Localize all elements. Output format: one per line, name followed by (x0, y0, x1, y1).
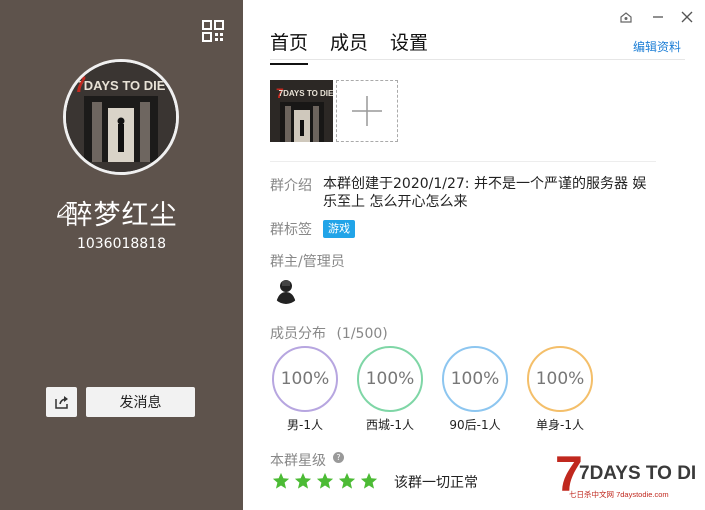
group-photo[interactable]: 7 7DAYS TO DIE (270, 80, 333, 142)
star-icon (272, 472, 290, 489)
stat-label-relationship: 单身-1人 (536, 418, 584, 432)
watermark-logo-text: 7DAYS TO DIE (579, 463, 695, 484)
admin-avatar[interactable] (272, 276, 300, 304)
star-icon (316, 472, 334, 489)
star-icon (360, 472, 378, 489)
distribution-label: 成员分布 (1/500) (270, 323, 388, 343)
rating-label: 本群星级 (270, 453, 326, 469)
add-photo-button[interactable] (336, 80, 398, 142)
admins-label: 群主/管理员 (270, 254, 345, 270)
section-divider (270, 161, 656, 162)
tab-divider (270, 59, 685, 60)
group-avatar[interactable]: 7DAYS TO DIE 7 (63, 59, 179, 175)
intro-line-1: 本群创建于2020/1/27: 并不是一个严谨的服务器 娱 (323, 176, 647, 192)
star-icon (338, 472, 356, 489)
skin-icon[interactable] (619, 10, 633, 24)
stat-circle-region[interactable]: 100% (357, 346, 423, 412)
intro-label: 群介绍 (270, 178, 312, 194)
stat-circle-relationship[interactable]: 100% (527, 346, 593, 412)
stat-circle-gender[interactable]: 100% (272, 346, 338, 412)
intro-line-2: 乐至上 怎么开心怎么来 (323, 194, 468, 210)
close-icon[interactable] (680, 10, 694, 24)
stat-label-gender: 男-1人 (287, 418, 323, 432)
group-name: 醉梦红尘 (65, 200, 178, 231)
distribution-title: 成员分布 (270, 326, 326, 342)
watermark-logo: 7 7DAYS TO DIE 七日杀中文网 7daystodie.com (555, 446, 695, 502)
distribution-count: (1/500) (336, 326, 388, 342)
profile-panel: 7DAYS TO DIE 7 醉梦红尘 1036018818 发消息 (0, 0, 243, 510)
plus-icon (352, 96, 382, 126)
tag-game[interactable]: 游戏 (323, 220, 355, 238)
group-name-row: 醉梦红尘 (0, 193, 243, 232)
help-icon[interactable]: ? (333, 452, 344, 463)
stat-label-age: 90后-1人 (449, 418, 501, 432)
minimize-icon[interactable] (651, 10, 665, 24)
svg-text:7: 7 (74, 72, 86, 97)
photo-logo-text: 7DAYS TO DIE (279, 89, 333, 98)
star-rating (272, 472, 378, 490)
send-message-button[interactable]: 发消息 (86, 387, 195, 417)
edit-profile-link[interactable]: 编辑资料 (633, 38, 681, 55)
group-status: 该群一切正常 (394, 475, 478, 491)
share-button[interactable] (46, 387, 77, 417)
stat-circle-age[interactable]: 100% (442, 346, 508, 412)
stat-label-region: 西城-1人 (366, 418, 414, 432)
qr-code-icon[interactable] (202, 20, 224, 42)
avatar-logo-text: 7DAYS TO DIE (77, 78, 166, 93)
group-number: 1036018818 (76, 236, 167, 252)
star-icon (294, 472, 312, 489)
share-icon (54, 396, 68, 409)
watermark-sub: 七日杀中文网 7daystodie.com (569, 489, 669, 499)
tags-label: 群标签 (270, 222, 312, 238)
